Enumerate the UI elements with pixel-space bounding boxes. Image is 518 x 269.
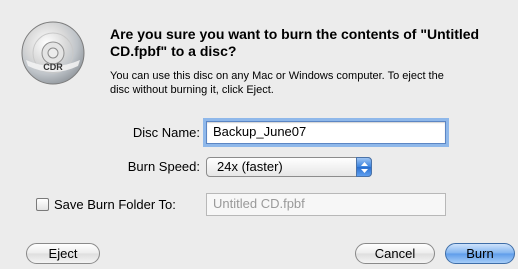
dialog-title: Are you sure you want to burn the conten… (110, 26, 480, 59)
cd-label: CDR (43, 62, 63, 72)
burn-button[interactable]: Burn (445, 243, 515, 264)
disc-name-field[interactable]: Backup_June07 (203, 118, 449, 147)
cancel-button[interactable]: Cancel (355, 243, 435, 264)
eject-button[interactable]: Eject (26, 243, 100, 264)
burn-dialog: CDR Are you sure you want to burn the co… (0, 0, 518, 269)
disc-name-label: Disc Name: (132, 125, 200, 140)
save-burn-folder-checkbox[interactable] (36, 198, 49, 211)
dialog-message: You can use this disc on any Mac or Wind… (110, 70, 444, 96)
burn-speed-value: 24x (faster) (217, 159, 283, 174)
save-burn-folder-label: Save Burn Folder To: (54, 197, 176, 212)
burn-speed-popup[interactable]: 24x (faster) (206, 157, 372, 177)
popup-arrows-icon (356, 157, 372, 177)
cd-recordable-icon: CDR (21, 21, 85, 85)
burn-speed-label: Burn Speed: (127, 159, 200, 174)
save-folder-name-field[interactable]: Untitled CD.fpbf (206, 193, 446, 216)
